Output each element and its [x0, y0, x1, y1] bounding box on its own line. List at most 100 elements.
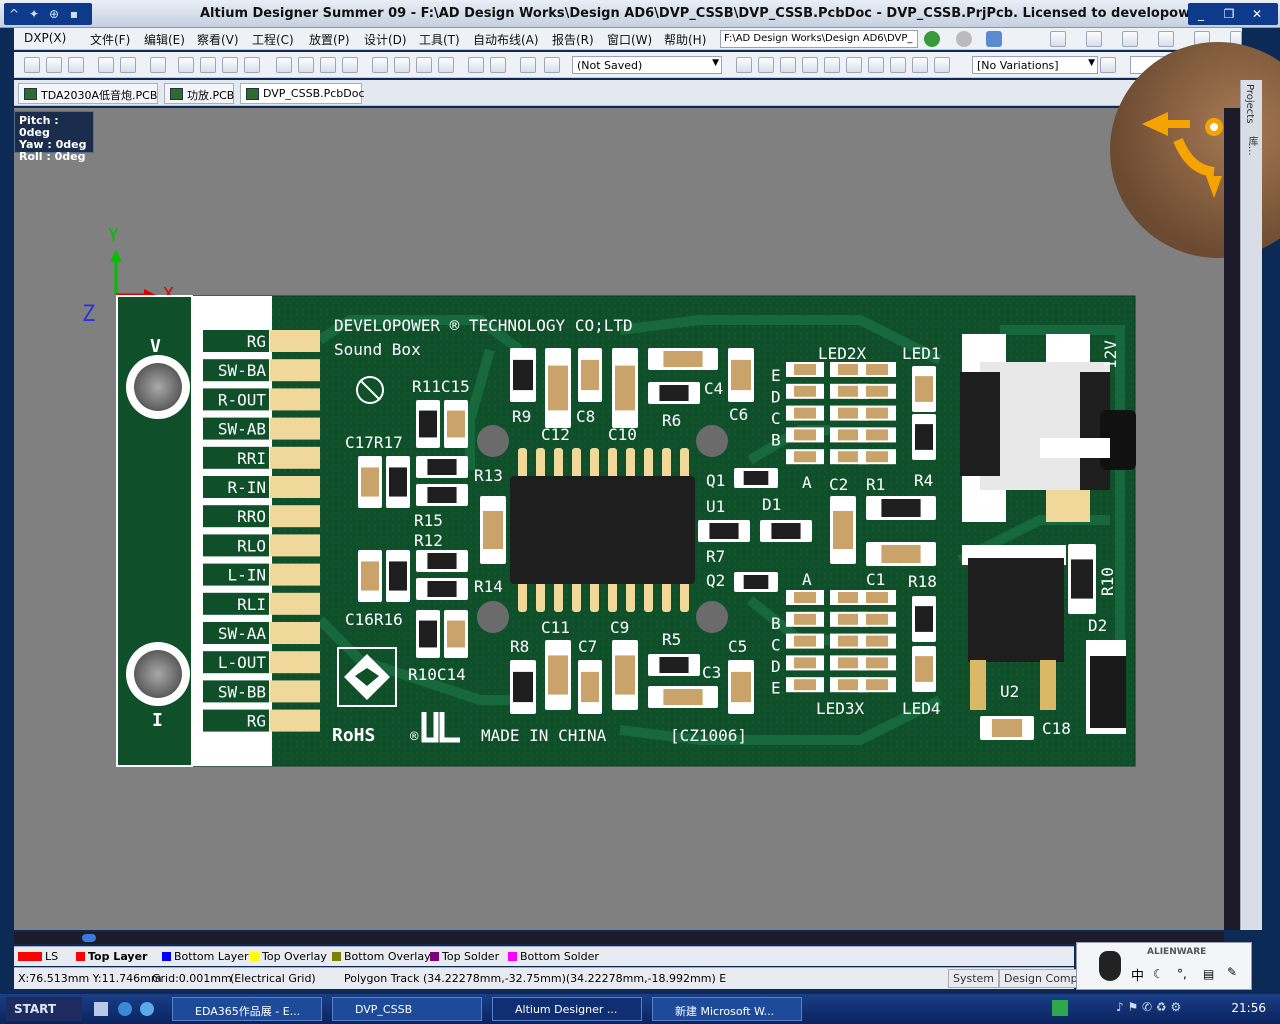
rohs-mark: RoHS: [332, 725, 375, 746]
ic-pin: [662, 580, 671, 612]
smd-body: [915, 606, 933, 632]
layer-tab-top-solder[interactable]: Top Solder: [430, 950, 499, 963]
pin-label: RG: [247, 332, 266, 351]
pin-pad: [270, 330, 320, 352]
taskbar: START EDA365作品展 - E... DVP_CSSB Altium D…: [0, 994, 1280, 1024]
layer-name: Bottom Layer: [174, 950, 249, 963]
pcb-board-view: Y X Z RGSW-BAR-OUTSW-ABRRIR-INRRORLOL-IN…: [82, 42, 1280, 930]
smd-body: [615, 655, 635, 695]
pin-pad: [270, 534, 320, 557]
designator-c3: C3: [702, 663, 721, 682]
ic-pin: [680, 448, 689, 480]
smd-body: [881, 545, 921, 563]
designator-c7: C7: [578, 637, 597, 656]
start-button[interactable]: START: [6, 997, 82, 1021]
ic-pin: [662, 448, 671, 480]
pin-label: RLO: [237, 536, 266, 555]
led-body: [838, 364, 860, 375]
scroll-thumb[interactable]: [82, 934, 96, 942]
smd-body: [361, 561, 379, 591]
company-silkscreen: DEVELOPOWER ® TECHNOLOGY CO;LTD: [334, 316, 633, 335]
designator-c6: C6: [729, 405, 748, 424]
smd-body: [427, 581, 457, 597]
led-letter-bottom: E: [771, 679, 781, 698]
task-dvp-cssb[interactable]: DVP_CSSB: [332, 997, 482, 1021]
smd-body: [427, 487, 457, 503]
layer-tab-bottom-overlay[interactable]: Bottom Overlay: [332, 950, 431, 963]
ic-pin: [536, 448, 545, 480]
ic-pin: [536, 580, 545, 612]
led-body: [866, 429, 888, 441]
ic-pin: [644, 580, 653, 612]
vertical-scrollbar[interactable]: [1224, 108, 1238, 930]
app-window: ^ ✦ ⊕ ▪ Altium Designer Summer 09 - F:\AD D…: [0, 0, 1280, 1024]
moon-icon[interactable]: ☾: [1153, 967, 1164, 981]
led-body: [794, 407, 816, 419]
tray-app-icon[interactable]: [1052, 1000, 1068, 1016]
clock: 21:56: [1231, 1001, 1266, 1015]
smd-body: [548, 655, 568, 695]
pin-label: R-IN: [227, 478, 266, 497]
smd-body: [709, 523, 739, 539]
ul-registered-mark: ®: [410, 729, 419, 745]
projects-panel-tab[interactable]: Projects: [1244, 84, 1255, 123]
ic-pin: [572, 580, 581, 612]
layer-color-swatch: [508, 952, 517, 961]
pin-label: SW-AA: [218, 624, 267, 643]
led-body: [838, 451, 860, 463]
horizontal-scrollbar[interactable]: [14, 932, 1224, 944]
task-eda365[interactable]: EDA365作品展 - E...: [172, 997, 322, 1021]
pin-label: RLI: [237, 595, 266, 614]
led-body: [838, 385, 860, 397]
punct-icon[interactable]: °,: [1177, 967, 1187, 981]
system-panel-button[interactable]: System: [948, 969, 1000, 988]
library-panel-tab[interactable]: 库...: [1244, 136, 1259, 156]
voltage-silkscreen: 12V: [1101, 340, 1120, 369]
led-body: [838, 407, 860, 419]
smd-body: [447, 410, 465, 438]
pcb-board[interactable]: RG SW-BA R-OUT SW-AB RRI R-IN RRO RLO L-IN RLI SW-…: [116, 295, 1136, 767]
designator-r8: R8: [510, 637, 529, 656]
ie-icon[interactable]: [118, 1002, 132, 1016]
smd-body: [427, 459, 457, 475]
designator-r10: R10: [1098, 567, 1117, 596]
layer-tab-bottom[interactable]: Bottom Layer: [162, 950, 249, 963]
browser-icon[interactable]: [140, 1002, 154, 1016]
smd-body: [833, 510, 853, 550]
show-desktop-icon[interactable]: [94, 1002, 108, 1016]
led-body: [794, 635, 816, 647]
via: [696, 601, 728, 633]
smd-body: [361, 467, 379, 497]
task-word[interactable]: 新建 Microsoft W...: [652, 997, 802, 1021]
ic-pin: [572, 448, 581, 480]
layer-tab-bottom-solder[interactable]: Bottom Solder: [508, 950, 599, 963]
pin-pad: [270, 709, 320, 732]
smd-body: [427, 553, 457, 569]
led-body: [866, 364, 888, 375]
pin-label: RG: [247, 712, 266, 731]
smd-body: [915, 656, 933, 682]
led-letter-top: C: [771, 409, 781, 428]
led-body: [866, 613, 888, 625]
led-body: [794, 385, 816, 397]
keyboard-icon[interactable]: ▤: [1203, 967, 1214, 981]
led-body: [838, 679, 860, 691]
layer-tab-top-overlay[interactable]: Top Overlay: [250, 950, 327, 963]
smd-body: [389, 561, 407, 591]
layer-tab-top[interactable]: Top Layer: [76, 950, 147, 963]
designator-r10c14: R10C14: [408, 665, 466, 684]
layer-name: LS: [45, 950, 59, 963]
layer-name: Top Overlay: [262, 950, 327, 963]
designator-led2x: LED2X: [818, 344, 867, 363]
ime-indicator[interactable]: 中: [1131, 965, 1144, 984]
via: [477, 425, 509, 457]
tools-icon[interactable]: ✎: [1227, 965, 1237, 979]
led-body: [794, 592, 816, 603]
ic-pin: [626, 448, 635, 480]
pin-label: RRI: [237, 449, 266, 468]
pin-pad: [270, 592, 320, 615]
led-letter-top: E: [771, 366, 781, 385]
layer-tab-ls[interactable]: LS: [18, 950, 58, 963]
task-altium[interactable]: Altium Designer ...: [492, 997, 642, 1021]
panel-buttons: System Design Compile: [948, 969, 1096, 988]
